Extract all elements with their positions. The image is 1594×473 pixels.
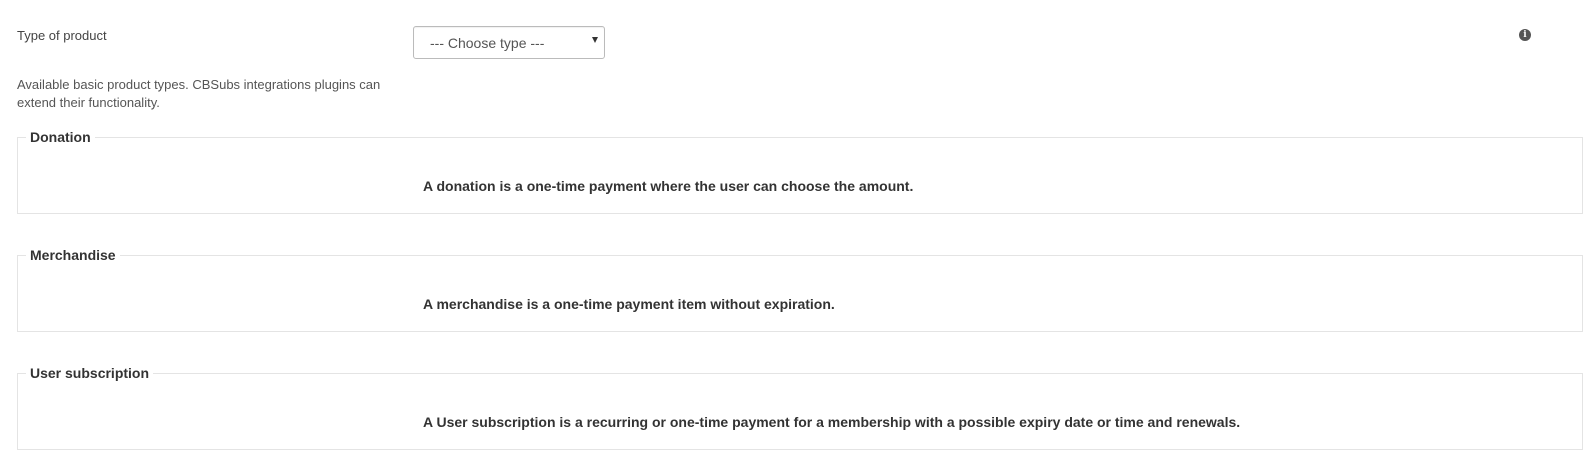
merchandise-description: A merchandise is a one-time payment item… [423,296,835,312]
product-type-select[interactable]: --- Choose type --- [413,26,605,59]
product-type-help-text: Available basic product types. CBSubs in… [17,77,381,110]
merchandise-type-box: Merchandise A merchandise is a one-time … [17,247,1583,332]
user-subscription-title: User subscription [30,365,150,381]
donation-description: A donation is a one-time payment where t… [423,178,914,194]
product-type-label: Type of product [17,28,107,43]
merchandise-title: Merchandise [30,247,116,263]
select-value: --- Choose type --- [430,35,545,51]
user-subscription-description: A User subscription is a recurring or on… [423,414,1241,430]
info-icon[interactable]: i [1519,29,1531,41]
chevron-down-icon [592,37,598,43]
user-subscription-type-box: User subscription A User subscription is… [17,365,1583,450]
donation-title: Donation [30,129,91,145]
donation-type-box: Donation A donation is a one-time paymen… [17,129,1583,214]
